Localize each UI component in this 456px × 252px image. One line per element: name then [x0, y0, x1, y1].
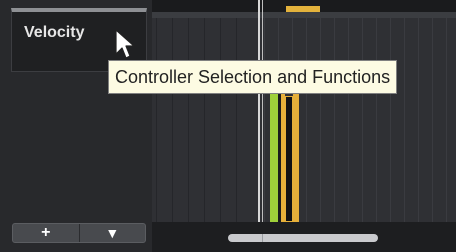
ruler-strip [152, 12, 456, 18]
controller-label: Velocity [24, 24, 85, 41]
velocity-bar[interactable] [270, 92, 278, 222]
triangle-down-icon: ▼ [105, 225, 120, 241]
ruler[interactable] [152, 0, 456, 18]
scrollbar-thumb[interactable] [228, 234, 378, 242]
grid-line [390, 18, 391, 222]
scrollbar-divider [262, 234, 263, 242]
grid-line [156, 18, 157, 222]
tooltip-text: Controller Selection and Functions [115, 66, 391, 87]
horizontal-scrollbar[interactable] [152, 222, 456, 252]
grid-line [348, 18, 349, 222]
velocity-bar-selected[interactable] [285, 96, 293, 222]
grid-line [404, 18, 405, 222]
plus-icon: + [41, 224, 51, 241]
grid-line [264, 18, 265, 222]
grid-line [362, 18, 363, 222]
loop-marker[interactable] [286, 6, 320, 12]
grid-line [376, 18, 377, 222]
grid-line [220, 18, 221, 222]
grid-line [418, 18, 419, 222]
playback-cursor [258, 0, 260, 222]
grid-line [306, 18, 307, 222]
grid-line [188, 18, 189, 222]
mouse-pointer-icon [115, 29, 135, 59]
grid-line [172, 18, 173, 222]
grid-line [204, 18, 205, 222]
lane-menu-button[interactable]: ▼ [78, 224, 146, 242]
grid-line [446, 18, 447, 222]
tooltip: Controller Selection and Functions [108, 60, 398, 94]
grid-line [334, 18, 335, 222]
velocity-editor-area[interactable] [152, 0, 456, 222]
grid-line [320, 18, 321, 222]
grid-line [432, 18, 433, 222]
velocity-bar[interactable] [293, 90, 299, 222]
lane-button-group: + ▼ [12, 223, 146, 243]
grid-line [236, 18, 237, 222]
add-lane-button[interactable]: + [13, 224, 79, 242]
cursor-line-secondary [262, 0, 263, 222]
